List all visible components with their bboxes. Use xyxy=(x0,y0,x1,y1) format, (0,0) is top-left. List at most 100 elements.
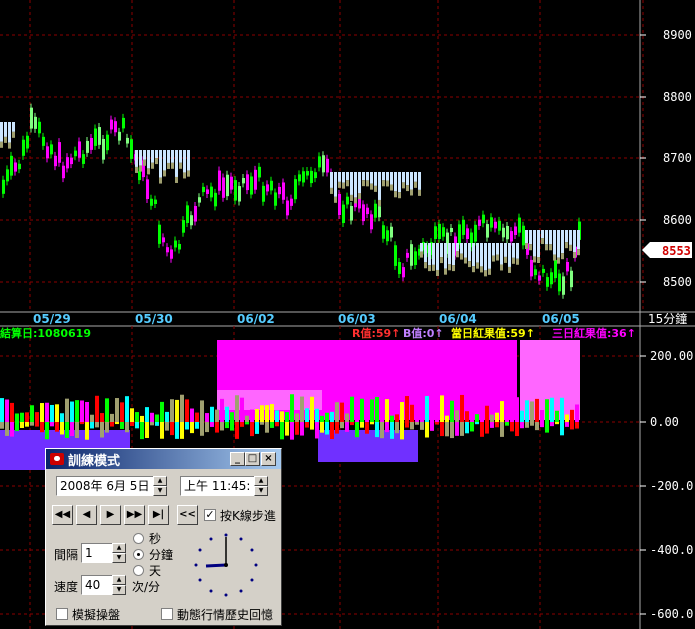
prev-button[interactable]: ◀ xyxy=(76,505,97,525)
profile-bar-base xyxy=(464,257,467,264)
indicator-bar-neg xyxy=(210,422,214,427)
maximize-button[interactable]: □ xyxy=(245,452,260,466)
interval-input[interactable]: 1 xyxy=(81,543,113,563)
indicator-bar-neg xyxy=(410,422,414,430)
simulate-checkbox[interactable] xyxy=(56,608,68,620)
price-tick: 8500 xyxy=(663,275,692,289)
indicator-bar xyxy=(265,405,269,422)
indicator-bar xyxy=(485,405,489,422)
candle-body xyxy=(210,186,213,198)
indicator-bar-neg xyxy=(380,422,384,439)
candle-body xyxy=(402,267,405,278)
minimize-button[interactable]: _ xyxy=(230,452,245,466)
price-tick: 8700 xyxy=(663,151,692,165)
profile-bar xyxy=(139,150,142,166)
interval-spinner[interactable]: ▲ ▼ xyxy=(112,543,126,563)
profile-bar xyxy=(382,172,385,181)
first-button[interactable]: ◀◀ xyxy=(52,505,73,525)
unit-minute-radio[interactable] xyxy=(133,549,144,560)
indicator-bar-neg xyxy=(290,422,294,440)
candle-body xyxy=(494,221,497,229)
candle-body xyxy=(14,162,17,172)
profile-bar xyxy=(432,243,435,265)
indicator-bar-neg xyxy=(155,422,159,426)
indicator-bar xyxy=(45,402,49,422)
settlement-date: 結算日:1080619 xyxy=(0,327,91,340)
profile-bar xyxy=(545,230,548,245)
indicator-bar-neg xyxy=(25,422,29,427)
magenta-block-light xyxy=(217,390,322,410)
last-button[interactable]: ▶▶ xyxy=(124,505,145,525)
speed-label: 速度 xyxy=(54,580,79,594)
speed-input[interactable]: 40 xyxy=(81,575,113,595)
indicator-bar-neg xyxy=(145,422,149,438)
time-picker[interactable]: 上午 11:45: xyxy=(180,476,255,496)
speed-spinner[interactable]: ▲ ▼ xyxy=(112,575,126,595)
current-price-label: 8553 xyxy=(662,244,691,258)
candle-body xyxy=(298,174,301,182)
indicator-bar-neg xyxy=(295,422,299,435)
indicator-bar xyxy=(465,411,469,422)
interval-label: 間隔 xyxy=(54,548,79,562)
indicator-bar xyxy=(95,395,99,422)
indicator-bar xyxy=(565,414,569,422)
candle-body xyxy=(462,219,465,235)
indicator-bar-neg xyxy=(550,422,554,427)
back-button[interactable]: << xyxy=(177,505,198,525)
candle-body xyxy=(202,186,205,193)
indicator-bar-neg xyxy=(70,422,74,437)
unit-day-radio[interactable] xyxy=(133,565,144,576)
date-spinner[interactable]: ▲ ▼ xyxy=(153,476,167,496)
indicator-bar-neg xyxy=(125,422,129,433)
profile-bar xyxy=(342,172,345,183)
indicator-tick: -200.0 xyxy=(650,479,693,493)
replay-checkbox[interactable] xyxy=(161,608,173,620)
unit-second-radio[interactable] xyxy=(133,533,144,544)
indicator-bar xyxy=(340,402,344,422)
candle-body xyxy=(290,198,293,206)
profile-bar xyxy=(410,172,413,190)
profile-bar-base xyxy=(452,265,455,272)
step-checkbox[interactable]: ✓ xyxy=(204,509,216,521)
candle-body xyxy=(22,139,25,156)
profile-bar xyxy=(448,243,451,265)
profile-bar-base xyxy=(565,242,568,249)
next-button[interactable]: ▶ xyxy=(100,505,121,525)
indicator-bar-neg xyxy=(45,422,49,440)
profile-bar xyxy=(436,243,439,270)
date-label: 05/30 xyxy=(135,312,173,326)
indicator-bar xyxy=(190,408,194,422)
dialog-titlebar[interactable]: 訓練模式 _ □ × xyxy=(46,449,281,469)
profile-bar-base xyxy=(414,181,417,188)
indicator-bar xyxy=(250,409,254,422)
indicator-bar-neg xyxy=(375,422,379,438)
indicator-bar-neg xyxy=(480,422,484,437)
indicator-bar xyxy=(260,405,264,422)
profile-bar xyxy=(414,172,417,182)
profile-bar xyxy=(406,172,409,186)
indicator-bar-neg xyxy=(130,422,134,426)
step-checkbox-label: 按K線步進 xyxy=(220,509,276,523)
date-label: 06/03 xyxy=(338,312,376,326)
profile-bar xyxy=(452,243,455,266)
indicator-bar-neg xyxy=(310,422,314,430)
time-spinner[interactable]: ▲ ▼ xyxy=(254,476,268,496)
end-button[interactable]: ▶| xyxy=(148,505,169,525)
date-picker[interactable]: 2008年 6月 5日 xyxy=(56,476,154,496)
candle-body xyxy=(150,198,153,206)
profile-bar-base xyxy=(516,258,519,265)
profile-bar-base xyxy=(366,180,369,187)
indicator-bar-neg xyxy=(405,422,409,428)
indicator-bar-neg xyxy=(340,422,344,429)
indicator-bar xyxy=(420,411,424,422)
candlestick-series xyxy=(2,103,581,299)
candle-body xyxy=(274,192,277,206)
profile-bar xyxy=(378,172,381,200)
indicator-bar xyxy=(90,414,94,422)
profile-bar-base xyxy=(175,176,178,183)
profile-bar xyxy=(12,122,15,132)
close-button[interactable]: × xyxy=(261,452,276,466)
candle-body xyxy=(126,137,129,144)
profile-bar xyxy=(370,172,373,184)
indicator-bar-neg xyxy=(345,422,349,432)
